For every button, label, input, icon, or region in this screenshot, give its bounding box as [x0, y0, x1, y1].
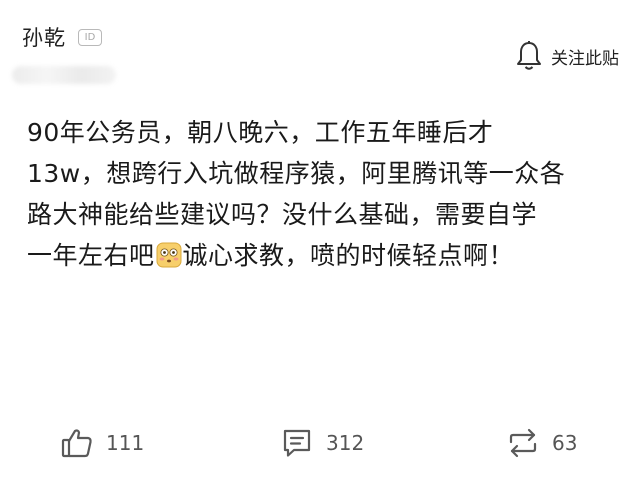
author-name[interactable]: 孙乾 [22, 22, 66, 52]
repost-button[interactable]: 63 [506, 426, 577, 460]
forum-post: 孙乾 ID 关注此贴 90年公务员，朝八晚六，工作五年睡后才 13w，想跨行入坑… [0, 0, 641, 498]
post-header: 孙乾 ID [22, 22, 102, 52]
like-button[interactable]: 111 [60, 426, 144, 460]
comment-icon [283, 429, 311, 457]
flushed-face-emoji-icon [156, 242, 182, 268]
post-line-3: 路大神能给些建议吗？没什么基础，需要自学 [27, 200, 538, 229]
post-line-2: 13w，想跨行入坑做程序猿，阿里腾讯等一众各 [27, 159, 566, 188]
thumbs-up-icon [61, 429, 92, 458]
post-line-4-end: 诚心求教，喷的时候轻点啊！ [182, 241, 515, 270]
repost-count: 63 [552, 431, 578, 455]
bell-icon [517, 41, 541, 70]
comment-count: 312 [326, 431, 365, 455]
post-line-4: 一年左右吧 诚心求教，喷的时候轻点啊！ [27, 235, 627, 276]
comment-button[interactable]: 312 [280, 426, 364, 460]
post-actions-bar: 111 312 63 [0, 426, 641, 470]
follow-label: 关注此贴 [551, 48, 619, 69]
post-body: 90年公务员，朝八晚六，工作五年睡后才 13w，想跨行入坑做程序猿，阿里腾讯等一… [27, 112, 627, 276]
post-line-4-start: 一年左右吧 [27, 241, 155, 270]
post-line-1: 90年公务员，朝八晚六，工作五年睡后才 [27, 118, 494, 147]
like-count: 111 [106, 431, 145, 455]
repost-icon [509, 428, 537, 458]
id-badge: ID [78, 28, 102, 46]
blurred-post-meta [12, 66, 116, 84]
follow-post-button[interactable]: 关注此贴 [515, 40, 619, 72]
